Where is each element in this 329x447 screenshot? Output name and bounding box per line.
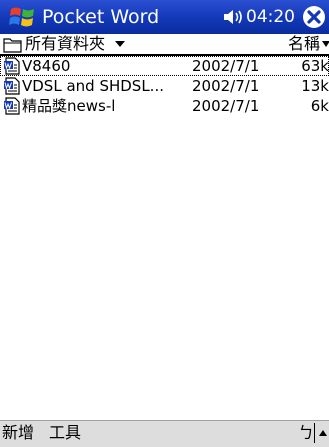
file-list: V8460 2002/7/1 63k VDSL and SHDSL... 200…: [0, 56, 329, 116]
folder-dropdown[interactable]: 所有資料夾: [25, 34, 105, 54]
file-size: 6k: [310, 97, 329, 115]
folder-bar: 所有資料夾 名稱: [0, 34, 329, 54]
speaker-icon[interactable]: [222, 8, 246, 26]
file-name: V8460: [22, 57, 71, 75]
new-menu[interactable]: 新增: [2, 423, 34, 443]
list-item[interactable]: 精品獎news-l 2002/7/1 6k: [0, 96, 329, 116]
chevron-down-icon[interactable]: [321, 40, 329, 48]
file-name: VDSL and SHDSL...: [22, 77, 164, 95]
list-item[interactable]: V8460 2002/7/1 63k: [0, 56, 329, 76]
list-item[interactable]: VDSL and SHDSL... 2002/7/1 13k: [0, 76, 329, 96]
folder-icon: [3, 38, 22, 53]
file-name: 精品獎news-l: [22, 97, 116, 115]
app-title: Pocket Word: [42, 6, 160, 28]
clock[interactable]: 04:20: [246, 6, 295, 28]
file-size: 13k: [301, 77, 329, 95]
file-date: 2002/7/1: [192, 57, 260, 75]
title-bar: Pocket Word 04:20: [0, 0, 329, 34]
word-document-icon: [4, 97, 20, 115]
file-size: 63k: [301, 57, 329, 75]
file-date: 2002/7/1: [192, 77, 260, 95]
sort-dropdown[interactable]: 名稱: [288, 34, 320, 54]
word-document-icon: [4, 57, 20, 75]
tools-menu[interactable]: 工具: [49, 423, 81, 443]
input-method-button[interactable]: ㄅ: [298, 423, 314, 443]
start-menu-icon[interactable]: [8, 3, 38, 31]
chevron-down-icon[interactable]: [114, 40, 126, 48]
word-document-icon: [4, 77, 20, 95]
file-date: 2002/7/1: [192, 97, 260, 115]
divider: [314, 423, 315, 443]
chevron-up-icon[interactable]: [318, 429, 328, 437]
close-icon[interactable]: [302, 5, 326, 29]
command-bar: 新增 工具 ㄅ: [0, 419, 329, 447]
